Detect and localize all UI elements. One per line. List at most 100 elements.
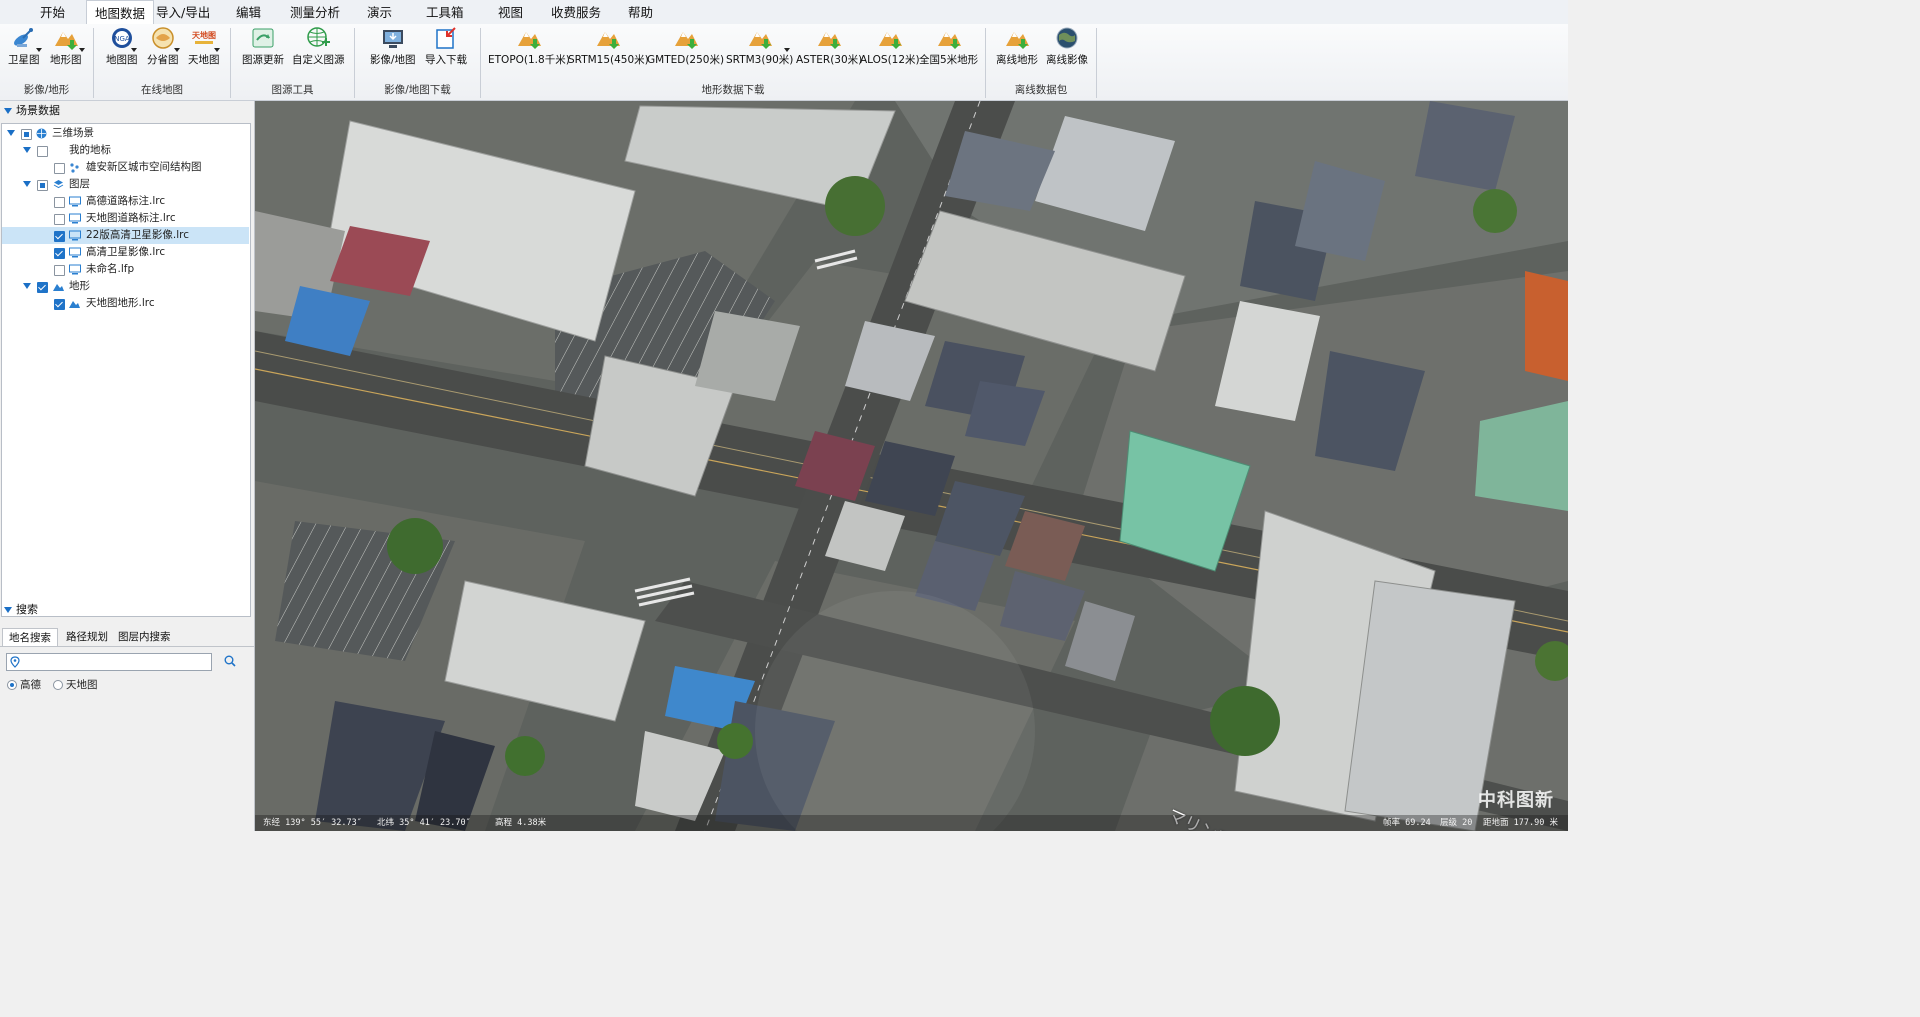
menu-import-export[interactable]: 导入/导出	[148, 0, 218, 24]
srtm3-dropdown-icon[interactable]	[784, 48, 790, 52]
nga-map-icon: NGA	[109, 26, 135, 50]
provider-amap-radio[interactable]	[7, 680, 17, 690]
provider-tianditu-label: 天地图	[66, 679, 98, 691]
tianditu-button[interactable]: 天地图 天地图	[188, 26, 220, 67]
source-update-icon	[250, 26, 276, 50]
search-input[interactable]	[6, 653, 212, 671]
national-5m-terrain-button[interactable]: 全国5米地形	[919, 26, 978, 67]
menu-paid-service[interactable]: 收费服务	[543, 0, 609, 24]
checkbox[interactable]	[37, 282, 48, 293]
search-header[interactable]: 搜索	[0, 601, 38, 619]
tree-item-terrain-layer[interactable]: 天地图地形.lrc	[2, 295, 249, 312]
checkbox[interactable]	[37, 180, 48, 191]
group-label-terrain-download: 地形数据下载	[701, 84, 765, 96]
terrain-download-icon	[936, 26, 962, 50]
menu-measure[interactable]: 测量分析	[282, 0, 348, 24]
satellite-icon	[11, 26, 37, 50]
satellite-imagery	[255, 101, 1568, 831]
level-readout: 层级 20	[1440, 818, 1473, 828]
checkbox[interactable]	[37, 146, 48, 157]
left-panel: 场景数据 三维场景 我的地标 雄安新区城市空间结构图 图层 高德道路标注.lrc…	[0, 101, 255, 831]
srtm3-download-button[interactable]: SRTM3(90米)	[726, 26, 793, 67]
terrain-layer-icon	[53, 281, 64, 292]
group-divider	[1096, 28, 1097, 98]
terrain-download-icon	[673, 26, 699, 50]
checkbox[interactable]	[54, 214, 65, 225]
menu-toolbox[interactable]: 工具箱	[418, 0, 472, 24]
tree-item-3d-scene[interactable]: 三维场景	[2, 125, 249, 142]
monitor-icon	[69, 230, 81, 241]
monitor-icon	[69, 264, 81, 275]
checkbox[interactable]	[54, 248, 65, 259]
terrain-download-icon	[877, 26, 903, 50]
custom-source-icon	[305, 26, 331, 50]
longitude-readout: 东经 139° 55′ 32.73″	[263, 818, 362, 828]
tree-item-layer[interactable]: 高德道路标注.lrc	[2, 193, 249, 210]
expand-icon[interactable]	[23, 283, 31, 289]
offline-imagery-icon	[1054, 26, 1080, 50]
menu-edit[interactable]: 编辑	[228, 0, 269, 24]
map-dropdown-icon[interactable]	[131, 48, 137, 52]
expand-icon[interactable]	[23, 147, 31, 153]
group-label-offline-package: 离线数据包	[1014, 84, 1068, 96]
gmted-download-button[interactable]: GMTED(250米)	[647, 26, 724, 67]
latitude-readout: 北纬 35° 41′ 23.70″	[377, 818, 471, 828]
expand-icon[interactable]	[7, 130, 15, 136]
import-download-button[interactable]: 导入下载	[425, 26, 467, 67]
checkbox[interactable]	[54, 299, 65, 310]
tree-item-my-placemarks[interactable]: 我的地标	[2, 142, 249, 159]
menu-view[interactable]: 视图	[490, 0, 531, 24]
checkbox[interactable]	[21, 129, 32, 140]
search-icon[interactable]	[224, 655, 236, 670]
menu-start[interactable]: 开始	[32, 0, 73, 24]
aster-download-button[interactable]: ASTER(30米)	[796, 26, 862, 67]
menu-map-data[interactable]: 地图数据	[86, 0, 155, 25]
offline-terrain-button[interactable]: 离线地形	[996, 26, 1038, 67]
alos-download-button[interactable]: ALOS(12米)	[860, 26, 920, 67]
province-dropdown-icon[interactable]	[174, 48, 180, 52]
source-update-button[interactable]: 图源更新	[242, 26, 284, 67]
terrain-dropdown-icon[interactable]	[79, 48, 85, 52]
srtm15-download-button[interactable]: SRTM15(450米)	[568, 26, 649, 67]
image-map-download-button[interactable]: 影像/地图	[370, 26, 416, 67]
tab-layer-search[interactable]: 图层内搜索	[112, 628, 177, 646]
satellite-dropdown-icon[interactable]	[36, 48, 42, 52]
tree-item-layer[interactable]: 高清卫星影像.lrc	[2, 244, 249, 261]
map-view[interactable]: マリンロード	[255, 101, 1568, 831]
group-label-online-map: 在线地图	[141, 84, 183, 96]
checkbox[interactable]	[54, 231, 65, 242]
checkbox[interactable]	[54, 163, 65, 174]
ribbon-toolbar: 卫星图 地形图 影像/地形 NGA 地图图 分省图 天地图 天地图 在线地图 图…	[0, 24, 1568, 101]
tree-item-layer-selected[interactable]: 22版高清卫星影像.lrc	[2, 227, 249, 244]
province-map-button[interactable]: 分省图	[147, 26, 179, 67]
menu-demo[interactable]: 演示	[359, 0, 400, 24]
custom-source-button[interactable]: 自定义图源	[292, 26, 345, 67]
terrain-button[interactable]: 地形图	[50, 26, 82, 67]
menu-help[interactable]: 帮助	[620, 0, 661, 24]
tab-place-search[interactable]: 地名搜索	[2, 628, 58, 647]
provider-tianditu-radio[interactable]	[53, 680, 63, 690]
monitor-icon	[69, 247, 81, 258]
map-button[interactable]: NGA 地图图	[106, 26, 138, 67]
etopo-download-button[interactable]: ETOPO(1.8千米)	[488, 26, 570, 67]
svg-text:NGA: NGA	[114, 35, 130, 43]
offline-imagery-button[interactable]: 离线影像	[1046, 26, 1088, 67]
tree-item-placemark[interactable]: 雄安新区城市空间结构图	[2, 159, 249, 176]
checkbox[interactable]	[54, 197, 65, 208]
tianditu-dropdown-icon[interactable]	[214, 48, 220, 52]
tree-item-layer[interactable]: 未命名.lfp	[2, 261, 249, 278]
tianditu-icon: 天地图	[191, 26, 217, 50]
satellite-button[interactable]: 卫星图	[8, 26, 40, 67]
provider-amap-label: 高德	[20, 679, 41, 691]
tab-route-planning[interactable]: 路径规划	[60, 628, 114, 646]
image-map-download-icon	[380, 26, 406, 50]
checkbox[interactable]	[54, 265, 65, 276]
tree-item-terrain[interactable]: 地形	[2, 278, 249, 295]
scene-data-header[interactable]: 场景数据	[0, 102, 60, 120]
search-tabs: 地名搜索 路径规划 图层内搜索	[0, 628, 254, 647]
tree-item-layer[interactable]: 天地图道路标注.lrc	[2, 210, 249, 227]
tree-item-layers[interactable]: 图层	[2, 176, 249, 193]
expand-icon[interactable]	[23, 181, 31, 187]
distance-readout: 距地面 177.90 米	[1483, 818, 1558, 828]
province-map-icon	[150, 26, 176, 50]
